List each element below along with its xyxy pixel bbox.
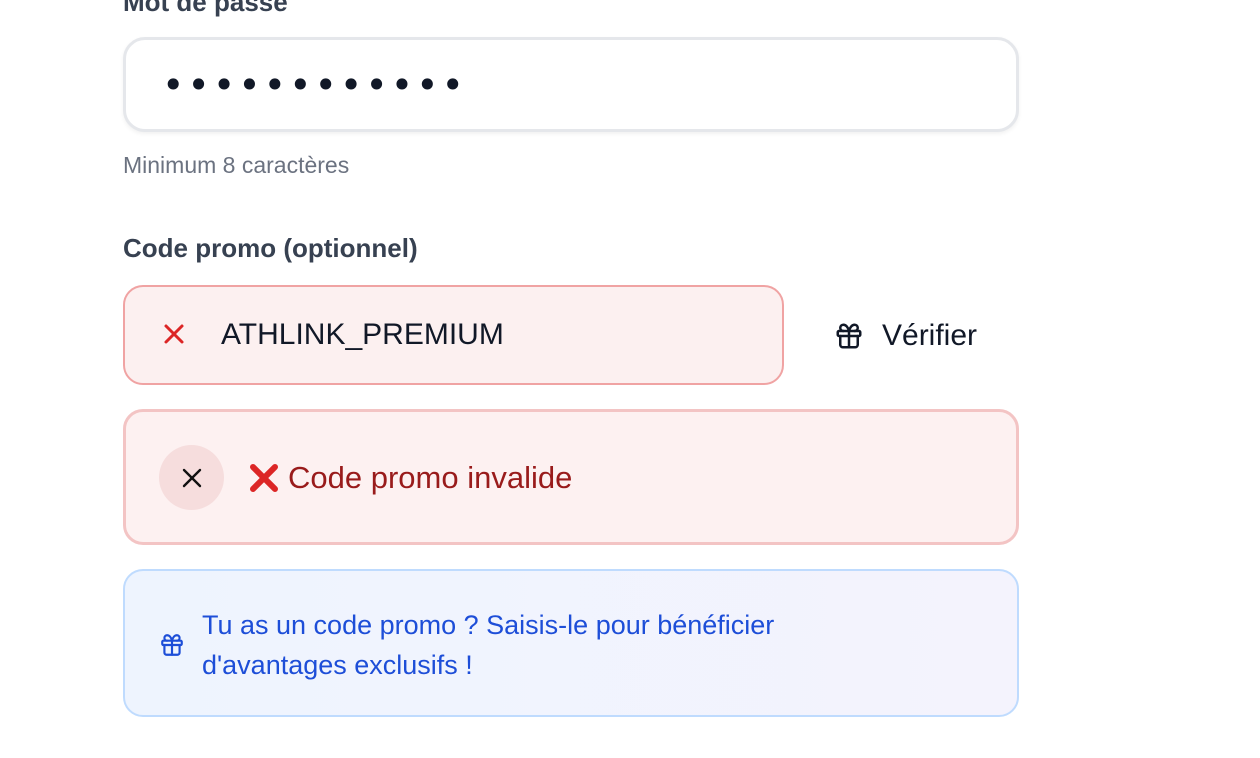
error-message: Code promo invalide <box>248 458 572 498</box>
gift-icon <box>161 634 183 656</box>
promo-label: Code promo (optionnel) <box>123 233 418 263</box>
cross-mark-icon <box>250 464 278 492</box>
error-alert: Code promo invalide <box>123 409 1019 545</box>
close-icon <box>182 468 201 487</box>
password-label: Mot de passe <box>123 0 288 17</box>
promo-input[interactable] <box>221 287 761 383</box>
password-input[interactable] <box>123 37 1019 132</box>
verify-button[interactable]: Vérifier <box>820 300 991 372</box>
gift-icon <box>836 323 862 349</box>
error-message-text: Code promo invalide <box>288 460 573 495</box>
promo-field[interactable] <box>123 285 784 385</box>
info-message: Tu as un code promo ? Saisis-le pour bén… <box>202 610 775 680</box>
verify-label: Vérifier <box>882 319 978 352</box>
error-close-button[interactable] <box>159 445 224 510</box>
info-banner: Tu as un code promo ? Saisis-le pour bén… <box>123 569 1019 717</box>
x-icon <box>164 324 184 344</box>
password-hint: Minimum 8 caractères <box>123 152 350 178</box>
